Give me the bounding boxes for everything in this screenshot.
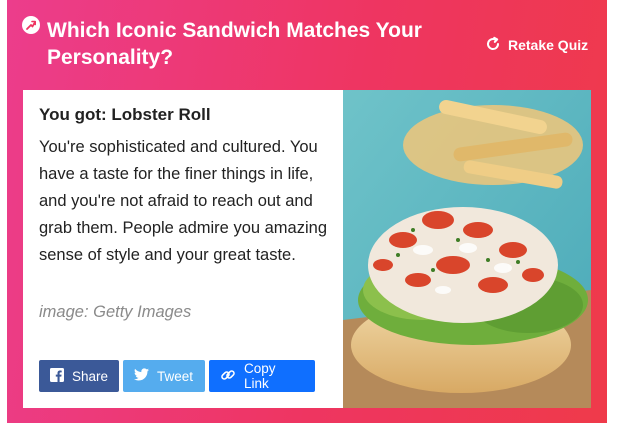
- facebook-share-button[interactable]: Share: [39, 360, 119, 392]
- link-icon: [220, 367, 236, 386]
- lobster-roll-photo: [343, 90, 591, 408]
- result-description: You're sophisticated and cultured. You h…: [39, 138, 327, 264]
- retake-icon: [485, 36, 501, 55]
- result-heading: You got: Lobster Roll: [39, 105, 211, 124]
- quiz-result-card: Which Iconic Sandwich Matches Your Perso…: [7, 0, 607, 423]
- quiz-title: Which Iconic Sandwich Matches Your Perso…: [47, 19, 422, 69]
- twitter-icon: [134, 368, 149, 384]
- twitter-share-label: Tweet: [157, 368, 194, 384]
- result-panel: You got: Lobster Roll You're sophisticat…: [23, 90, 591, 408]
- retake-quiz-label: Retake Quiz: [508, 37, 589, 53]
- trending-icon: [22, 16, 40, 34]
- facebook-share-label: Share: [72, 368, 109, 384]
- facebook-icon: [50, 367, 64, 385]
- twitter-share-button[interactable]: Tweet: [123, 360, 205, 392]
- copy-link-button[interactable]: Copy Link: [209, 360, 315, 392]
- image-credit: image: Getty Images: [39, 303, 192, 321]
- copy-link-label: Copy Link: [244, 361, 276, 391]
- retake-quiz-button[interactable]: Retake Quiz: [485, 35, 588, 55]
- share-buttons: Share Tweet Copy Link: [39, 360, 315, 392]
- result-text: You got: Lobster Roll You're sophisticat…: [39, 104, 335, 269]
